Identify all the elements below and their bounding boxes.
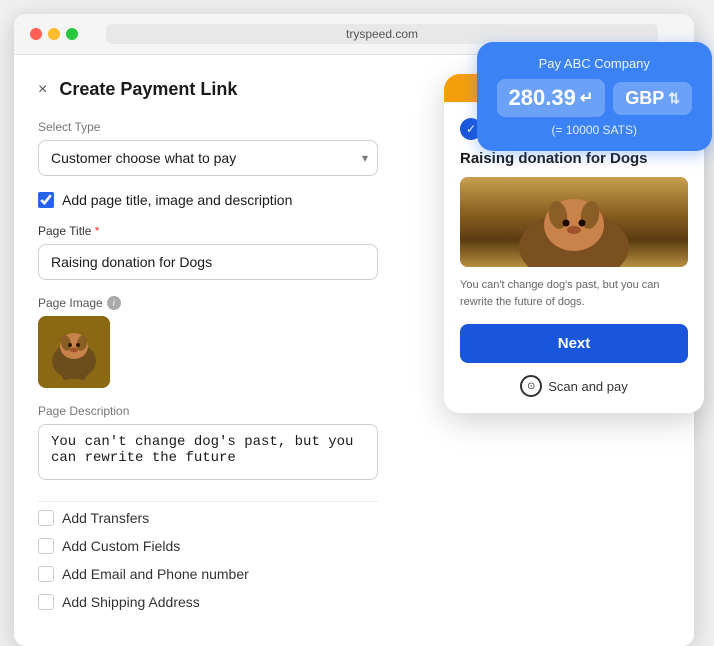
scan-and-pay-row[interactable]: ⊙ Scan and pay bbox=[460, 375, 688, 397]
page-image-preview[interactable] bbox=[38, 316, 110, 388]
payment-bubble: Pay ABC Company 280.39 ↵ GBP ⇅ (= 10000 … bbox=[477, 42, 712, 151]
bubble-amount: 280.39 ↵ bbox=[497, 79, 606, 117]
maximize-button[interactable] bbox=[66, 28, 78, 40]
preview-donation-title: Raising donation for Dogs bbox=[460, 150, 688, 167]
scan-icon: ⊙ bbox=[527, 381, 535, 392]
add-transfers-checkbox[interactable] bbox=[38, 510, 54, 526]
close-button[interactable] bbox=[30, 28, 42, 40]
add-page-info-label: Add page title, image and description bbox=[62, 192, 292, 208]
bubble-sats-value: (= 10000 SATS) bbox=[497, 123, 692, 137]
browser-window: tryspeed.com × Create Payment Link Selec… bbox=[14, 14, 694, 646]
add-transfers-row: Add Transfers bbox=[38, 510, 670, 526]
currency-code: GBP bbox=[625, 88, 664, 109]
select-type-input[interactable]: Customer choose what to pay bbox=[38, 140, 378, 176]
add-email-phone-label: Add Email and Phone number bbox=[62, 566, 249, 582]
add-custom-fields-row: Add Custom Fields bbox=[38, 538, 670, 554]
add-shipping-label: Add Shipping Address bbox=[62, 594, 200, 610]
bubble-amount-row: 280.39 ↵ GBP ⇅ bbox=[497, 79, 692, 117]
scan-and-pay-label: Scan and pay bbox=[548, 379, 628, 394]
add-custom-fields-label: Add Custom Fields bbox=[62, 538, 180, 554]
currency-arrows-icon: ⇅ bbox=[668, 90, 680, 107]
add-email-phone-row: Add Email and Phone number bbox=[38, 566, 670, 582]
select-type-wrapper: Customer choose what to pay ▾ bbox=[38, 140, 378, 176]
next-button[interactable]: Next bbox=[460, 324, 688, 363]
minimize-button[interactable] bbox=[48, 28, 60, 40]
divider bbox=[38, 501, 378, 502]
checkmark-icon: ✓ bbox=[466, 122, 476, 136]
page-description-group: Page Description You can't change dog's … bbox=[38, 404, 670, 485]
preview-description: You can't change dog's past, but you can… bbox=[460, 277, 688, 310]
address-bar[interactable]: tryspeed.com bbox=[106, 24, 658, 44]
page-description-input[interactable]: You can't change dog's past, but you can… bbox=[38, 424, 378, 480]
add-shipping-checkbox[interactable] bbox=[38, 594, 54, 610]
bubble-currency: GBP ⇅ bbox=[613, 82, 692, 115]
info-icon[interactable]: i bbox=[107, 296, 121, 310]
form-title: Create Payment Link bbox=[59, 79, 237, 100]
preview-dog-image bbox=[460, 177, 688, 267]
amount-value: 280.39 bbox=[509, 85, 576, 111]
add-transfers-label: Add Transfers bbox=[62, 510, 149, 526]
close-icon[interactable]: × bbox=[38, 81, 47, 99]
bubble-company-name: Pay ABC Company bbox=[497, 56, 692, 71]
scan-circle-icon: ⊙ bbox=[520, 375, 542, 397]
page-title-input[interactable] bbox=[38, 244, 378, 280]
add-email-phone-checkbox[interactable] bbox=[38, 566, 54, 582]
add-custom-fields-checkbox[interactable] bbox=[38, 538, 54, 554]
add-page-info-checkbox[interactable] bbox=[38, 192, 54, 208]
traffic-lights bbox=[30, 28, 78, 40]
add-shipping-row: Add Shipping Address bbox=[38, 594, 670, 610]
return-icon: ↵ bbox=[580, 88, 593, 108]
